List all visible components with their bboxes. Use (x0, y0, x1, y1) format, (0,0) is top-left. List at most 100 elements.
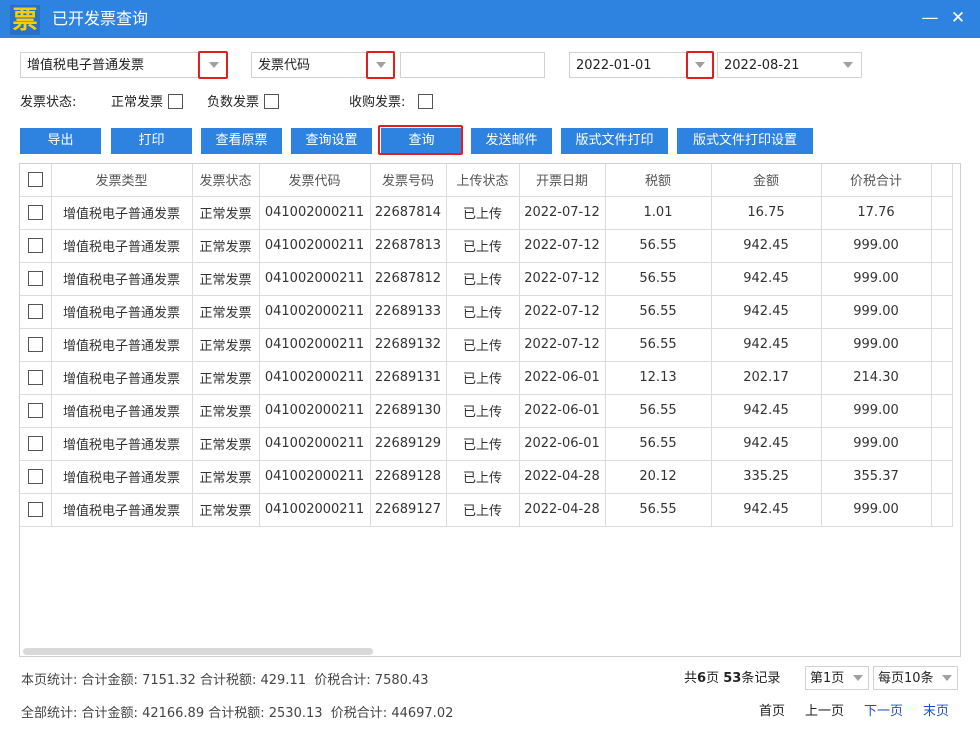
cell-tax: 56.55 (605, 328, 712, 362)
purchase-invoice-checkbox[interactable] (418, 94, 433, 109)
cell-invoice-type: 增值税电子普通发票 (51, 196, 193, 230)
send-email-button[interactable]: 发送邮件 (471, 128, 552, 154)
table-row[interactable]: 增值税电子普通发票 正常发票 041002000211 22689131 已上传 2022… (20, 361, 953, 395)
cell-tax: 20.12 (605, 460, 712, 494)
negative-invoice-checkbox[interactable] (264, 94, 279, 109)
row-select-cell (20, 262, 52, 296)
cell-filler (931, 427, 953, 461)
invoice-table: 发票类型 发票状态 发票代码 发票号码 上传状态 开票日期 税额 金额 价税合计… (19, 163, 961, 657)
row-checkbox[interactable] (27, 403, 43, 418)
column-header-tax[interactable]: 税额 (605, 164, 712, 197)
first-page-link[interactable]: 首页 (759, 704, 785, 720)
normal-invoice-checkbox[interactable] (168, 94, 183, 109)
cell-total: 999.00 (821, 493, 932, 527)
page-count-unit: 页 (706, 671, 720, 686)
cell-invoice-type: 增值税电子普通发票 (51, 460, 193, 494)
cell-issue-date: 2022-07-12 (519, 229, 606, 263)
page-size-dropdown-button[interactable] (937, 667, 957, 689)
column-header-invoice-number[interactable]: 发票号码 (370, 164, 447, 197)
invoice-type-select[interactable]: 增值税电子普通发票 (20, 52, 228, 78)
cell-invoice-type: 增值税电子普通发票 (51, 229, 193, 263)
table-row[interactable]: 增值税电子普通发票 正常发票 041002000211 22689129 已上传 2022… (20, 427, 953, 461)
cell-invoice-number: 22687812 (370, 262, 447, 296)
search-field-value: 发票代码 (258, 58, 311, 73)
layout-print-button[interactable]: 版式文件打印 (561, 128, 668, 154)
column-header-total[interactable]: 价税合计 (821, 164, 932, 197)
cell-invoice-code: 041002000211 (259, 394, 371, 428)
date-to-dropdown-button[interactable] (835, 53, 861, 77)
row-checkbox[interactable] (27, 370, 43, 385)
cell-upload-status: 已上传 (446, 196, 520, 230)
date-from-dropdown-button[interactable] (687, 53, 713, 77)
row-checkbox[interactable] (27, 502, 43, 517)
table-row[interactable]: 增值税电子普通发票 正常发票 041002000211 22687813 已上传 2022… (20, 229, 953, 263)
close-button[interactable]: ✕ (948, 8, 968, 28)
table-row[interactable]: 增值税电子普通发票 正常发票 041002000211 22687814 已上传 2022… (20, 196, 953, 230)
column-header-amount[interactable]: 金额 (711, 164, 822, 197)
row-checkbox[interactable] (27, 205, 43, 220)
cell-invoice-code: 041002000211 (259, 427, 371, 461)
invoice-type-dropdown-button[interactable] (201, 53, 227, 77)
row-checkbox[interactable] (27, 436, 43, 451)
table-row[interactable]: 增值税电子普通发票 正常发票 041002000211 22689128 已上传 2022… (20, 460, 953, 494)
column-header-issue-date[interactable]: 开票日期 (519, 164, 606, 197)
page-total-label: 价税合计: (314, 673, 371, 688)
cell-total: 999.00 (821, 262, 932, 296)
query-settings-button[interactable]: 查询设置 (291, 128, 372, 154)
cell-invoice-type: 增值税电子普通发票 (51, 328, 193, 362)
cell-invoice-number: 22689133 (370, 295, 447, 329)
row-checkbox[interactable] (27, 469, 43, 484)
page-tax-value: 429.11 (260, 673, 307, 688)
horizontal-scrollbar[interactable] (23, 648, 373, 655)
page-size-select[interactable]: 每页10条 (873, 666, 958, 690)
chevron-down-icon (942, 675, 952, 681)
row-select-cell (20, 427, 52, 461)
date-from-picker[interactable]: 2022-01-01 (569, 52, 714, 78)
cell-total: 355.37 (821, 460, 932, 494)
date-to-value: 2022-08-21 (724, 58, 800, 73)
row-checkbox[interactable] (27, 238, 43, 253)
page-select-dropdown-button[interactable] (848, 667, 868, 689)
cell-invoice-code: 041002000211 (259, 328, 371, 362)
chevron-down-icon (695, 62, 705, 68)
export-button[interactable]: 导出 (20, 128, 101, 154)
cell-amount: 942.45 (711, 262, 822, 296)
row-checkbox[interactable] (27, 337, 43, 352)
search-value-input[interactable] (400, 52, 545, 78)
column-header-invoice-type[interactable]: 发票类型 (51, 164, 193, 197)
column-header-invoice-status[interactable]: 发票状态 (192, 164, 260, 197)
table-row[interactable]: 增值税电子普通发票 正常发票 041002000211 22687812 已上传 2022… (20, 262, 953, 296)
print-button[interactable]: 打印 (111, 128, 192, 154)
cell-upload-status: 已上传 (446, 460, 520, 494)
row-checkbox[interactable] (27, 271, 43, 286)
date-to-picker[interactable]: 2022-08-21 (717, 52, 862, 78)
cell-invoice-status: 正常发票 (192, 328, 260, 362)
cell-total: 999.00 (821, 229, 932, 263)
row-checkbox[interactable] (27, 304, 43, 319)
cell-filler (931, 196, 953, 230)
cell-invoice-status: 正常发票 (192, 229, 260, 263)
cell-upload-status: 已上传 (446, 427, 520, 461)
minimize-button[interactable]: — (920, 8, 940, 28)
layout-print-settings-button[interactable]: 版式文件打印设置 (677, 128, 813, 154)
table-row[interactable]: 增值税电子普通发票 正常发票 041002000211 22689130 已上传 2022… (20, 394, 953, 428)
table-row[interactable]: 增值税电子普通发票 正常发票 041002000211 22689132 已上传 2022… (20, 328, 953, 362)
query-button[interactable]: 查询 (381, 128, 462, 154)
search-field-dropdown-button[interactable] (368, 53, 394, 77)
table-row[interactable]: 增值税电子普通发票 正常发票 041002000211 22689133 已上传 2022… (20, 295, 953, 329)
view-original-button[interactable]: 查看原票 (201, 128, 282, 154)
cell-invoice-type: 增值税电子普通发票 (51, 361, 193, 395)
cell-tax: 56.55 (605, 229, 712, 263)
row-select-cell (20, 361, 52, 395)
select-all-checkbox[interactable] (27, 172, 43, 188)
search-field-select[interactable]: 发票代码 (251, 52, 395, 78)
column-header-upload-status[interactable]: 上传状态 (446, 164, 520, 197)
table-row[interactable]: 增值税电子普通发票 正常发票 041002000211 22689127 已上传 2022… (20, 493, 953, 527)
next-page-link[interactable]: 下一页 (864, 704, 903, 720)
last-page-link[interactable]: 末页 (923, 704, 949, 720)
cell-upload-status: 已上传 (446, 295, 520, 329)
record-count: 共6页 53条记录 (684, 671, 780, 687)
prev-page-link[interactable]: 上一页 (805, 704, 844, 720)
column-header-invoice-code[interactable]: 发票代码 (259, 164, 371, 197)
page-select[interactable]: 第1页 (805, 666, 869, 690)
